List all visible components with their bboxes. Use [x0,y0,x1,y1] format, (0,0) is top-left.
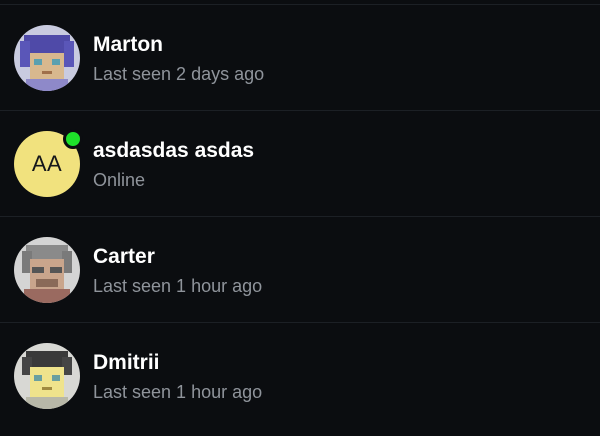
pixel-avatar-yellow-icon [14,343,80,409]
contact-list: Marton Last seen 2 days ago AA asdasdas … [0,0,600,436]
contact-name: Dmitrii [93,351,160,374]
contact-name: Marton [93,33,163,56]
contact-row-carter[interactable]: Carter Last seen 1 hour ago [0,217,600,323]
online-status-dot [63,129,83,149]
contact-row-dmitrii[interactable]: Dmitrii Last seen 1 hour ago [0,323,600,429]
pixel-avatar-purple-icon [14,25,80,91]
pixel-avatar-gray-icon [14,237,80,303]
contact-status: Last seen 1 hour ago [93,382,263,402]
contact-status: Last seen 1 hour ago [93,276,263,296]
contact-name: asdasdas asdas [93,139,255,162]
contact-row-marton[interactable]: Marton Last seen 2 days ago [0,5,600,111]
contact-status: Online [93,170,146,190]
contact-status: Last seen 2 days ago [93,64,265,84]
contact-row-asdasdas-asdas[interactable]: AA asdasdas asdas Online [0,111,600,217]
contact-name: Carter [93,245,155,268]
